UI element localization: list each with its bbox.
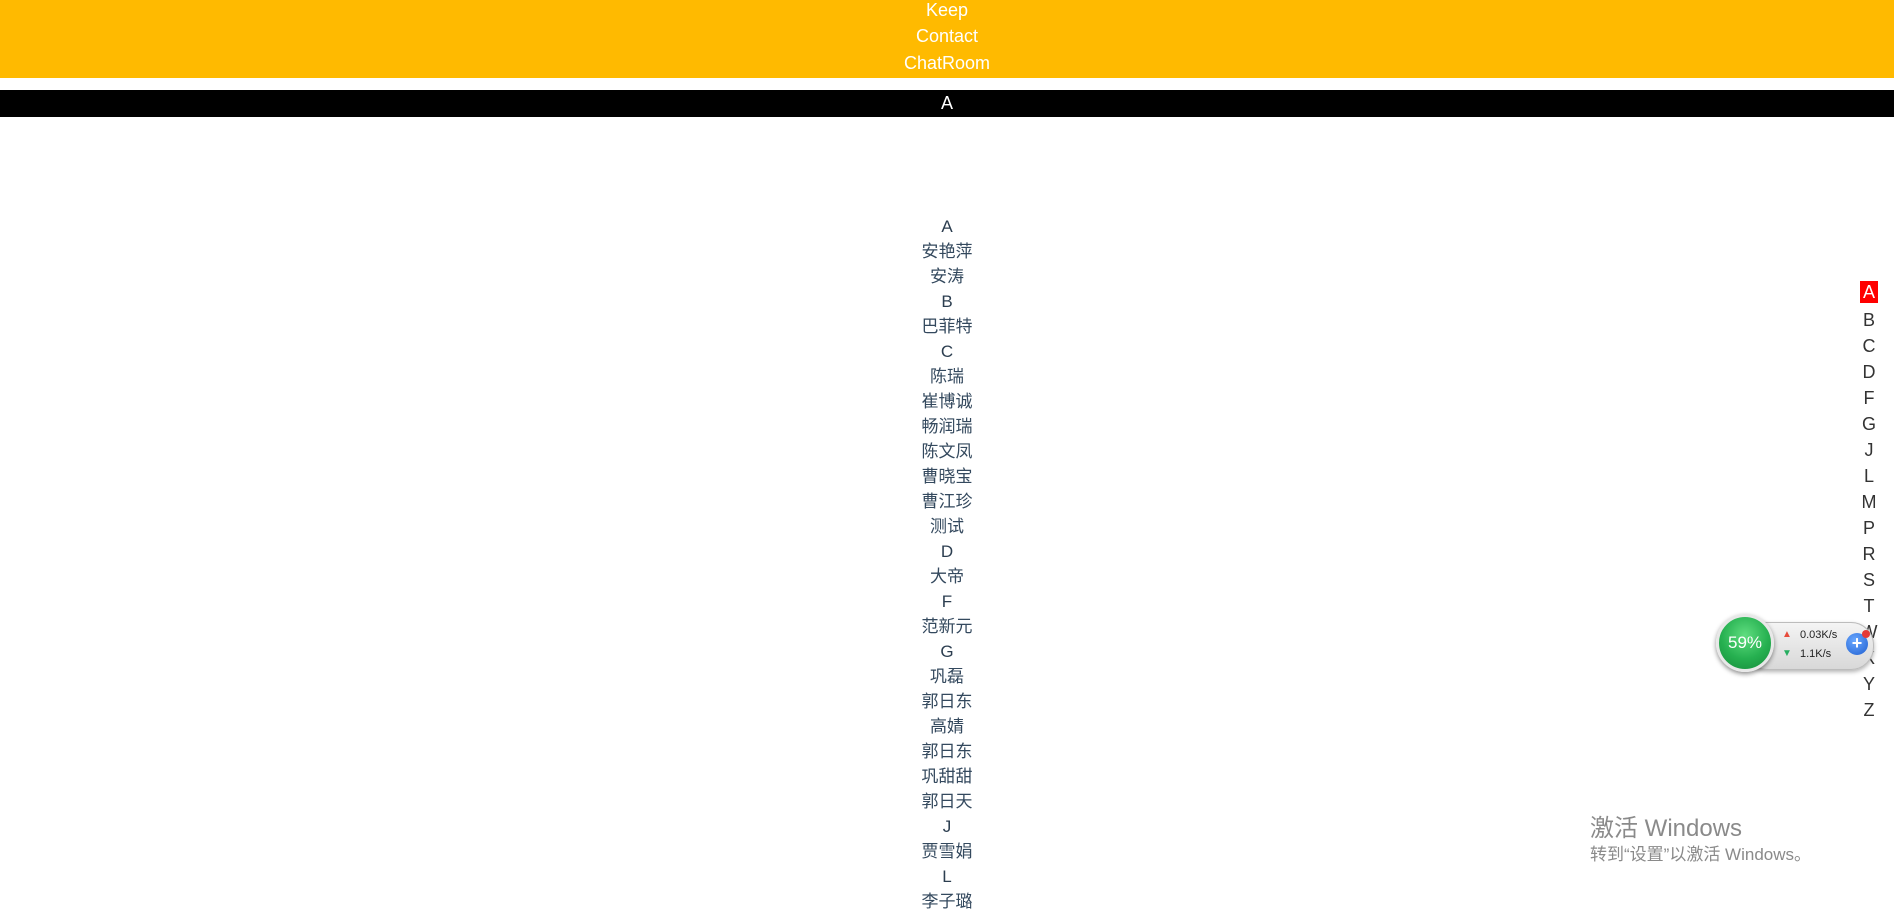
contact-item[interactable]: 陈文凤 <box>0 439 1894 464</box>
current-section-bar: A <box>0 90 1894 117</box>
group-header: F <box>941 592 953 611</box>
upload-arrow-icon: ▲ <box>1782 629 1792 640</box>
download-speed: 1.1K/s <box>1800 648 1832 660</box>
contact-item[interactable]: 曹江珍 <box>0 489 1894 514</box>
top-nav: Keep Contact ChatRoom <box>0 0 1894 78</box>
contact-item[interactable]: 郭日东 <box>0 739 1894 764</box>
index-letter-a[interactable]: A <box>1860 281 1878 303</box>
group-header: B <box>941 292 953 311</box>
index-letter-d[interactable]: D <box>1860 359 1878 385</box>
upload-speed: 0.03K/s <box>1800 629 1838 641</box>
contact-item[interactable]: 巩磊 <box>0 664 1894 689</box>
group-header: C <box>940 342 954 361</box>
index-letter-l[interactable]: L <box>1860 463 1878 489</box>
contact-item[interactable]: 畅润瑞 <box>0 414 1894 439</box>
windows-activation-watermark: 激活 Windows 转到“设置”以激活 Windows。 <box>1590 814 1811 866</box>
index-letter-b[interactable]: B <box>1860 307 1878 333</box>
index-letter-p[interactable]: P <box>1860 515 1878 541</box>
contact-item[interactable]: 大帝 <box>0 564 1894 589</box>
memory-usage-gauge[interactable]: 59% <box>1716 614 1774 672</box>
group-header: G <box>940 642 954 661</box>
index-letter-m[interactable]: M <box>1860 489 1878 515</box>
index-letter-z[interactable]: Z <box>1860 697 1878 723</box>
contact-item[interactable]: 郭日天 <box>0 789 1894 814</box>
index-letter-f[interactable]: F <box>1860 385 1878 411</box>
contact-item[interactable]: 陈瑞 <box>0 364 1894 389</box>
group-header: D <box>940 542 954 561</box>
contact-item[interactable]: 安艳萍 <box>0 239 1894 264</box>
contact-item[interactable]: 巴菲特 <box>0 314 1894 339</box>
index-letter-y[interactable]: Y <box>1860 671 1878 697</box>
group-header: L <box>942 867 952 886</box>
contact-list: A 安艳萍 安涛 B 巴菲特 C 陈瑞 崔博诚 畅润瑞 陈文凤 曹晓宝 曹江珍 测试 D 大帝 F 范新元 G 巩磊… <box>0 214 1894 914</box>
index-letter-r[interactable]: R <box>1860 541 1878 567</box>
index-letter-g[interactable]: G <box>1860 411 1878 437</box>
group-header: A <box>941 217 953 236</box>
contact-item[interactable]: 范新元 <box>0 614 1894 639</box>
nav-item-contact[interactable]: Contact <box>0 24 1894 48</box>
contact-item[interactable]: 崔博诚 <box>0 389 1894 414</box>
contact-item[interactable]: 曹晓宝 <box>0 464 1894 489</box>
network-monitor-widget[interactable]: ▲ 0.03K/s ▼ 1.1K/s + 59% <box>1716 614 1876 674</box>
contact-item[interactable]: 郭日东 <box>0 689 1894 714</box>
nav-item-keep[interactable]: Keep <box>0 0 1894 22</box>
contact-item[interactable]: 测试 <box>0 514 1894 539</box>
watermark-title: 激活 Windows <box>1590 815 1743 842</box>
contact-item[interactable]: 高婧 <box>0 714 1894 739</box>
contact-item[interactable]: 巩甜甜 <box>0 764 1894 789</box>
index-letter-c[interactable]: C <box>1860 333 1878 359</box>
watermark-subtitle: 转到“设置”以激活 Windows。 <box>1590 845 1812 864</box>
index-letter-s[interactable]: S <box>1860 567 1878 593</box>
index-letter-j[interactable]: J <box>1860 437 1878 463</box>
nav-item-chatroom[interactable]: ChatRoom <box>0 51 1894 75</box>
contact-item[interactable]: 安涛 <box>0 264 1894 289</box>
notification-dot <box>1862 630 1870 638</box>
download-arrow-icon: ▼ <box>1782 648 1792 659</box>
contact-item[interactable]: 李子璐 <box>0 889 1894 914</box>
